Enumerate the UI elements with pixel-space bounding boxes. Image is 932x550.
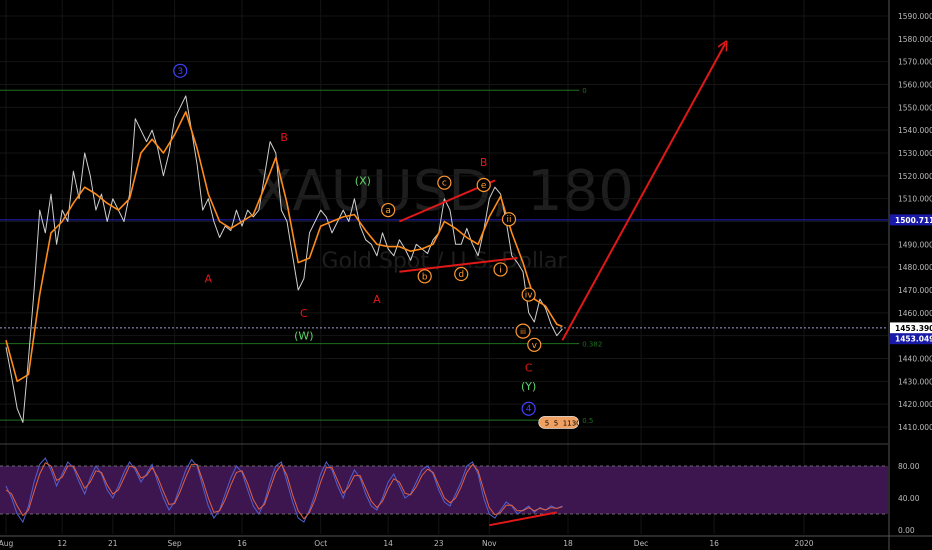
- time-tick-label: 14: [383, 539, 393, 548]
- horizontal-line-label: 0: [582, 87, 586, 95]
- price-tick-label: 1470.000: [898, 286, 932, 295]
- price-label-text: 1453.049: [895, 335, 932, 344]
- wave-label: v: [532, 341, 538, 351]
- price-tick-label: 1430.000: [898, 377, 932, 386]
- wave-label: ii: [506, 215, 511, 225]
- wave-label: (W): [294, 330, 313, 343]
- time-tick-label: 2020: [794, 539, 813, 548]
- wave-label: B: [280, 131, 288, 144]
- event-tag-text: 5: [554, 419, 558, 427]
- wave-label: 3: [177, 67, 183, 77]
- price-tick-label: 1410.000: [898, 423, 932, 432]
- event-tag-text: 5: [545, 419, 549, 427]
- watermark-symbol: XAUUSD, 180: [254, 159, 634, 224]
- time-tick-label: 12: [57, 539, 67, 548]
- horizontal-line-label: 0.5: [582, 417, 593, 425]
- price-tick-label: 1420.000: [898, 400, 932, 409]
- price-tick-label: 1570.000: [898, 58, 932, 67]
- wave-label: b: [422, 272, 428, 282]
- wave-label: iv: [525, 291, 534, 301]
- time-tick-label: Aug: [0, 539, 14, 548]
- wave-label: d: [458, 270, 464, 280]
- wave-label: a: [385, 206, 391, 216]
- event-tag-text: 11: [563, 419, 572, 427]
- time-tick-label: Nov: [482, 539, 497, 548]
- horizontal-line-label: 0.382: [582, 341, 602, 349]
- xauusd-chart: XAUUSD, 180 Gold Spot / U.S. Dollar 0 0.3…: [0, 0, 932, 550]
- wave-label: C: [525, 362, 533, 375]
- wave-label: iii: [520, 328, 526, 336]
- time-tick-label: 18: [563, 539, 573, 548]
- wave-label: i: [499, 265, 502, 275]
- wave-label: A: [373, 293, 381, 306]
- price-tick-label: 1560.000: [898, 80, 932, 89]
- wave-label: 4: [526, 405, 532, 415]
- wave-label: B: [480, 156, 488, 169]
- price-tick-label: 1480.000: [898, 263, 932, 272]
- oscillator-band: [0, 466, 888, 514]
- watermark-name: Gold Spot / U.S. Dollar: [321, 249, 567, 274]
- time-tick-label: 16: [237, 539, 247, 548]
- time-tick-label: 23: [434, 539, 444, 548]
- price-label-text: 1453.390: [895, 324, 932, 333]
- price-tick-label: 1460.000: [898, 309, 932, 318]
- time-tick-label: Oct: [314, 539, 327, 548]
- oscillator-tick-label: 80.00: [898, 462, 920, 471]
- time-tick-label: 16: [709, 539, 719, 548]
- price-tick-label: 1490.000: [898, 240, 932, 249]
- wave-label: e: [481, 181, 487, 191]
- oscillator-tick-label: 0.00: [898, 526, 915, 535]
- wave-label: A: [205, 273, 213, 286]
- time-tick-label: Sep: [168, 539, 182, 548]
- wave-label: c: [442, 179, 447, 189]
- time-tick-label: 21: [108, 539, 118, 548]
- price-tick-label: 1510.000: [898, 195, 932, 204]
- price-tick-label: 1440.000: [898, 355, 932, 364]
- price-tick-label: 1550.000: [898, 103, 932, 112]
- wave-label: (Y): [521, 380, 536, 393]
- chart-root: XAUUSD, 180 Gold Spot / U.S. Dollar 0 0.3…: [0, 0, 932, 550]
- price-tick-label: 1580.000: [898, 35, 932, 44]
- oscillator-tick-label: 40.00: [898, 494, 920, 503]
- price-tick-label: 1540.000: [898, 126, 932, 135]
- event-tag-text: 30: [572, 419, 581, 427]
- price-tick-label: 1530.000: [898, 149, 932, 158]
- price-tick-label: 1590.000: [898, 12, 932, 21]
- price-tick-label: 1520.000: [898, 172, 932, 181]
- wave-label: C: [300, 307, 308, 320]
- wave-label: (X): [355, 174, 371, 187]
- time-tick-label: Dec: [634, 539, 649, 548]
- price-label-text: 1500.711: [895, 216, 932, 225]
